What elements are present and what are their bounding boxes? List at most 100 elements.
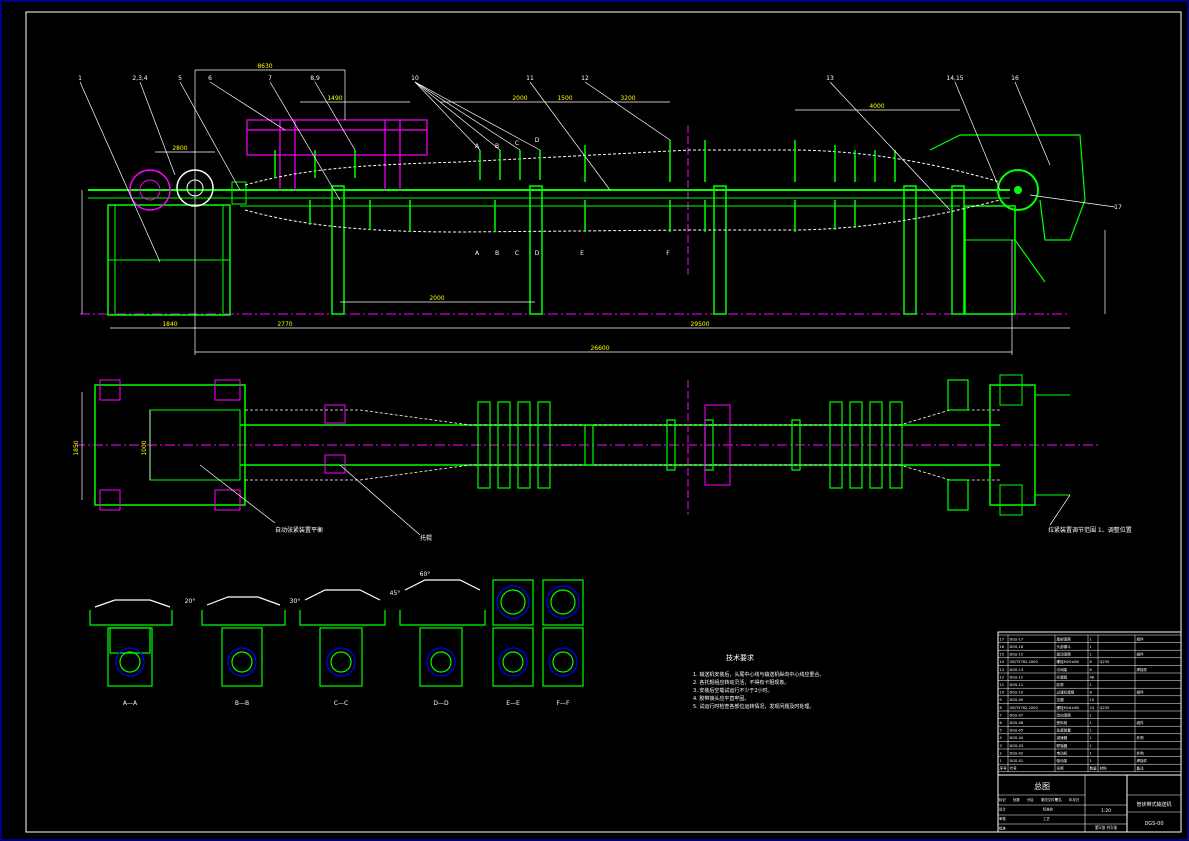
- bom-cell: 7: [1000, 713, 1002, 717]
- signature-label: 分区: [1027, 797, 1034, 802]
- bom-cell: 12: [1000, 675, 1005, 679]
- note-item: 5. 试运行时检查各部位运转情况，发现问题及时处理。: [693, 703, 814, 710]
- bom-cell: 1: [1090, 759, 1092, 763]
- bom-cell: 3: [1000, 744, 1002, 748]
- section-views: [89, 579, 584, 687]
- section-marks: A B C D E F A B C D: [475, 137, 670, 257]
- section-mark: D: [535, 250, 540, 257]
- bom-cell: DGS-01: [1010, 759, 1024, 763]
- bom-cell: DGS-04: [1010, 736, 1024, 740]
- part-number: 8,9: [310, 75, 320, 82]
- section-mark: B: [495, 143, 499, 150]
- bom-cell: DGS-13: [1010, 668, 1024, 672]
- section-mark: E: [580, 250, 584, 257]
- bom-cell: 8: [1000, 706, 1003, 710]
- bom-cell: 17: [1000, 637, 1005, 641]
- bom-cell: 6: [1000, 721, 1003, 725]
- product-name: 管状带式输送机: [1136, 801, 1171, 808]
- part-number: 12: [581, 75, 589, 82]
- section-mark: A: [475, 250, 480, 257]
- dim-text: 1850: [73, 440, 80, 455]
- dim-text: 8630: [257, 63, 272, 70]
- bom-cell: GB/T5782-2000: [1010, 706, 1039, 710]
- bom-cell: 胶带: [1057, 682, 1065, 687]
- part-number: 1: [78, 75, 82, 82]
- angle-label: 45°: [390, 590, 401, 597]
- bom-cell: 8: [1090, 691, 1093, 695]
- bom-cell: 1: [1090, 729, 1092, 733]
- section-mark: B: [495, 250, 499, 257]
- bom-header-cell: 材料: [1100, 766, 1108, 771]
- bom-cell: 5: [1000, 729, 1002, 733]
- section-e: [492, 579, 534, 687]
- bom-cell: 6: [1090, 668, 1093, 672]
- part-number: 17: [1114, 204, 1122, 211]
- support-legs: [331, 185, 965, 315]
- bom-cell: 1: [1090, 653, 1092, 657]
- section-label: E—E: [506, 700, 520, 707]
- bom-cell: 外购: [1137, 735, 1145, 740]
- section-mark: C: [515, 140, 519, 147]
- bom-cell: 1: [1090, 645, 1092, 649]
- drawing-canvas: 8630 2800 1490 2000 1500 3200 4000 1840 …: [0, 0, 1189, 841]
- bom-cell: 中间架: [1057, 667, 1068, 672]
- bom-cell: Q235: [1100, 660, 1110, 664]
- bom-cell: DGS-06: [1010, 721, 1024, 725]
- note-item: 3. 安装后空载试运行不少于2小时。: [693, 687, 773, 694]
- bom-cell: DGS-05: [1010, 729, 1024, 733]
- scale: 1:20: [1101, 808, 1111, 814]
- bom-cell: Q235: [1100, 706, 1110, 710]
- bom-cell: DGS-11: [1010, 683, 1024, 687]
- bom-cell: 16: [1000, 645, 1005, 649]
- bom-cell: 10: [1090, 698, 1095, 702]
- bom-cell: 托辊组: [1057, 674, 1068, 679]
- bom-cell: 15: [1000, 653, 1005, 657]
- section-f: [542, 579, 584, 687]
- part-number: 5: [178, 75, 182, 82]
- bom-cell: 过渡托辊组: [1057, 690, 1075, 695]
- bom-cell: 驱动架: [1057, 758, 1068, 763]
- bom-cell: 焊接件: [1137, 758, 1148, 763]
- bom-cell: DGS-16: [1010, 645, 1024, 649]
- signature-label: 设计: [999, 807, 1006, 812]
- bom-cell: 组件: [1137, 690, 1145, 695]
- bom-cell: 组件: [1137, 720, 1145, 725]
- dim-text: 4000: [869, 103, 884, 110]
- bom-cell: 2: [1000, 751, 1002, 755]
- signature-label: 签名: [1055, 797, 1062, 802]
- section-mark: F: [666, 250, 670, 257]
- dim-text: 1490: [327, 95, 342, 102]
- dim-text: 2800: [172, 145, 187, 152]
- technical-notes: 技术要求 1. 输送机安装后，头尾中心线与输送机纵向中心线应重合。 2. 各托辊…: [693, 653, 824, 710]
- idler-stations: [274, 140, 896, 232]
- bom-cell: 受料段: [1057, 720, 1068, 725]
- bom-cell: 14: [1000, 660, 1005, 664]
- bom-cell: 外购: [1137, 750, 1145, 755]
- bom-cell: 改向滚筒: [1057, 712, 1072, 717]
- bom-cell: 组件: [1137, 636, 1145, 641]
- bom-cell: 螺栓M16×60: [1057, 705, 1080, 710]
- dim-text: 1000: [141, 440, 148, 455]
- dim-text: 1840: [162, 321, 177, 328]
- angle-label: 20°: [185, 598, 196, 605]
- bom-cell: DGS-07: [1010, 713, 1024, 717]
- bom-header-cell: 数量: [1090, 766, 1098, 771]
- plan-view: 1850 1000 自动张紧装置平衡 托辊 拉紧装置调节范围 1、调整位置: [73, 374, 1132, 542]
- section-b: [201, 596, 286, 687]
- bom-cell: 1: [1090, 744, 1092, 748]
- tail-frame: [964, 205, 1016, 315]
- bom-header-cell: 备注: [1137, 766, 1145, 771]
- bom-cell: 10: [1000, 691, 1005, 695]
- part-number: 14,15: [946, 75, 963, 82]
- sheet: 第1张 共1张: [1095, 824, 1117, 830]
- bom-cell: DGS-09: [1010, 698, 1024, 702]
- part-number: 7: [268, 75, 272, 82]
- part-number: 2,3,4: [132, 75, 147, 82]
- bom-header-cell: 名称: [1057, 766, 1065, 771]
- part-number: 6: [208, 75, 212, 82]
- bom-cell: 尾部滚筒: [1057, 636, 1072, 641]
- section-label: B—B: [235, 700, 249, 707]
- part-number: 16: [1011, 75, 1019, 82]
- section-label: C—C: [334, 700, 348, 707]
- signature-label: 年月日: [1069, 797, 1079, 802]
